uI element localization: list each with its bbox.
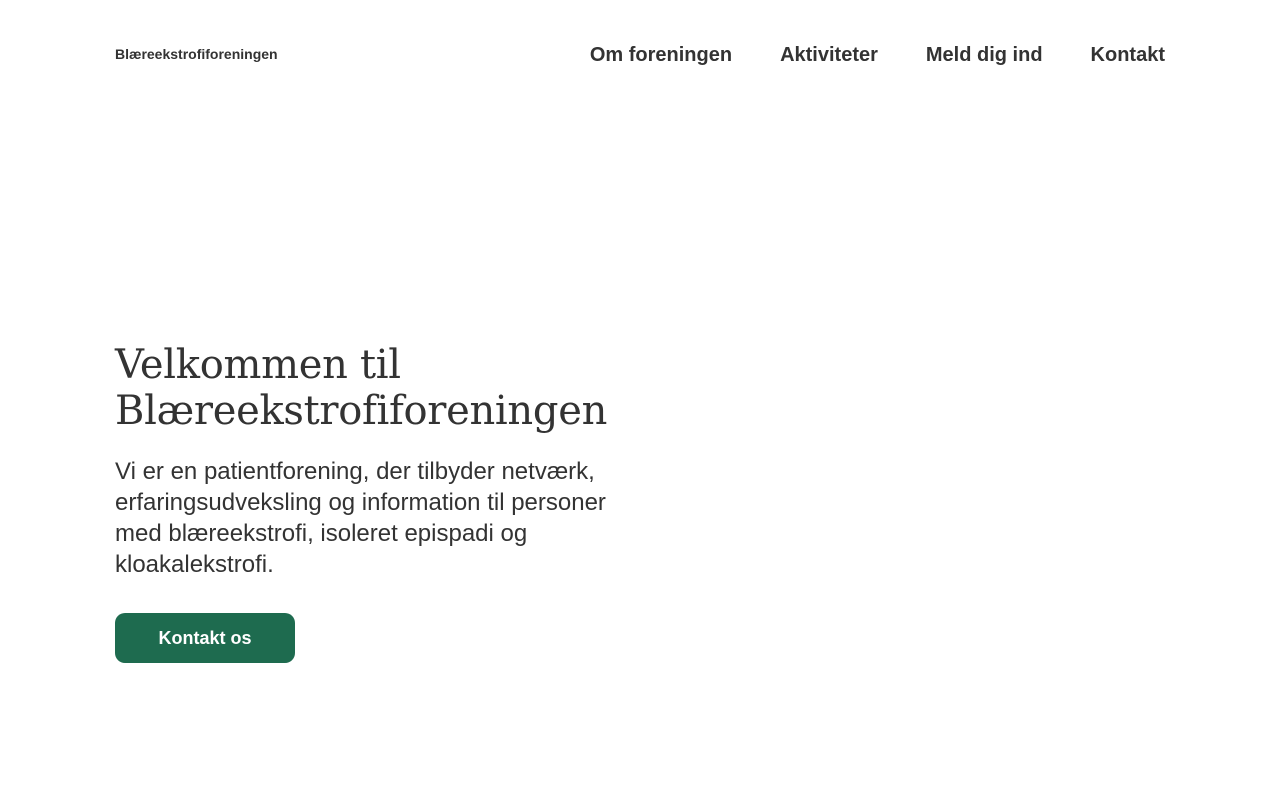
- page: Blæreekstrofiforeningen Om foreningen Ak…: [0, 0, 1280, 800]
- hero-description: Vi er en patientforening, der tilbyder n…: [115, 458, 606, 578]
- nav-item-kontakt[interactable]: Kontakt: [1091, 44, 1165, 67]
- nav-item-meld-dig-ind[interactable]: Meld dig ind: [926, 44, 1043, 67]
- nav-item-aktiviteter[interactable]: Aktiviteter: [780, 44, 878, 67]
- nav-item-om-foreningen[interactable]: Om foreningen: [590, 44, 732, 67]
- site-logo-link[interactable]: Blæreekstrofiforeningen: [115, 46, 278, 62]
- hero-title-line-1: Velkommen til: [115, 342, 401, 388]
- hero-title-line-2: Blæreekstrofiforeningen: [115, 388, 608, 434]
- site-header: Blæreekstrofiforeningen Om foreningen Ak…: [115, 30, 1165, 80]
- hero-title: Velkommen til Blæreekstrofiforeningen: [115, 342, 645, 434]
- main-nav: Om foreningen Aktiviteter Meld dig ind K…: [590, 44, 1165, 67]
- contact-us-button[interactable]: Kontakt os: [115, 613, 295, 663]
- hero-section: Velkommen til Blæreekstrofiforeningen Vi…: [115, 342, 645, 663]
